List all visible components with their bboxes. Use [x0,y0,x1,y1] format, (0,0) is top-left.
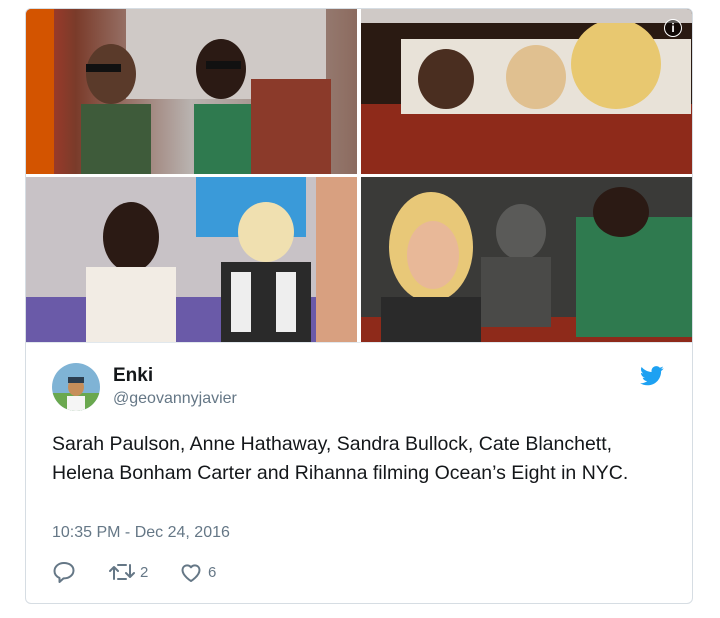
subway-photo-1[interactable] [26,9,357,174]
subway-photo-3[interactable] [26,177,357,342]
display-name[interactable]: Enki [113,365,153,387]
like-button[interactable]: 6 [179,561,216,583]
retweet-icon [109,564,135,580]
photo-grid: i [26,9,692,342]
info-icon[interactable]: i [664,19,682,37]
retweet-button[interactable]: 2 [109,561,148,583]
avatar-image [52,363,100,411]
reply-button[interactable] [52,561,76,583]
subway-photo-3-image [26,177,357,342]
retweet-count: 2 [140,563,149,581]
avatar[interactable] [52,363,100,411]
like-icon [181,564,201,582]
subway-photo-4[interactable] [361,177,692,342]
like-count: 6 [208,563,217,581]
embedded-tweet-card[interactable]: i Enki @geovannyjavier Sarah Paulson, An… [25,8,693,604]
subway-photo-4-image [361,177,692,342]
user-handle[interactable]: @geovannyjavier [113,390,237,408]
reply-icon [53,562,75,583]
tweet-timestamp[interactable]: 10:35 PM - Dec 24, 2016 [52,524,230,542]
subway-photo-2[interactable]: i [361,9,692,174]
subway-photo-1-image [26,9,357,174]
twitter-bird-icon[interactable] [640,366,664,386]
tweet-text: Sarah Paulson, Anne Hathaway, Sandra Bul… [52,433,629,484]
media-divider [26,342,692,343]
subway-photo-2-image [361,9,692,174]
